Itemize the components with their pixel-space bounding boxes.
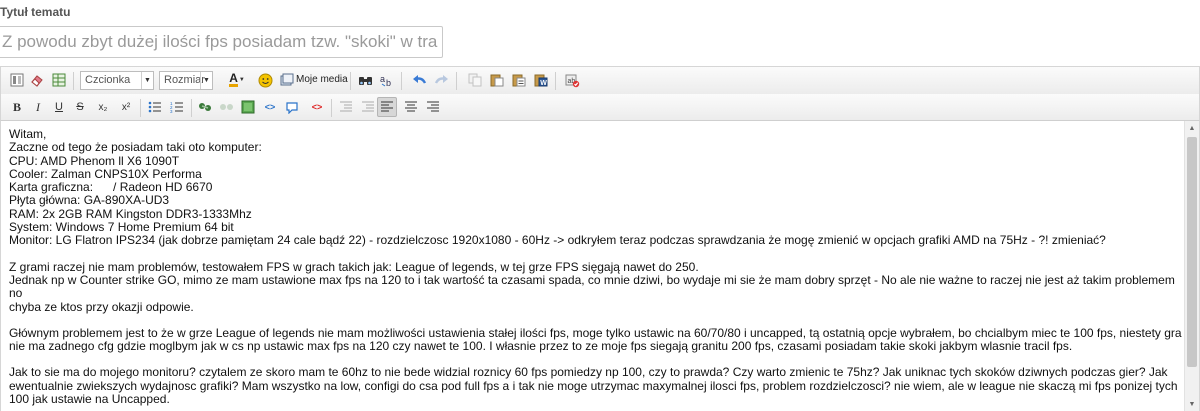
indent-icon[interactable] [360,99,376,115]
bullet-list-icon[interactable] [147,99,163,115]
post-editor-area[interactable]: Witam, Zaczne od tego że posiadam taki ot… [0,121,1200,411]
superscript-icon: x² [121,101,131,113]
youtube-button[interactable]: <> [309,99,325,115]
editor-text-line: 100 jak ustawie na Uncapped. [9,392,170,407]
youtube-icon: <> [311,102,323,112]
media-icon[interactable] [279,72,295,88]
code-icon: <> [264,102,276,112]
bold-button[interactable]: B [9,99,25,115]
align-center-icon[interactable] [403,99,419,115]
undo-icon[interactable] [411,72,427,88]
underline-button[interactable]: U [51,99,67,115]
smiley-icon[interactable] [257,72,273,88]
subscript-button[interactable]: x₂ [95,99,111,115]
subscript-icon: x₂ [98,101,108,113]
editor-text-line: Zaczne od tego że posiadam taki oto komp… [9,140,262,155]
font-size-combo-label: Rozmiar [164,74,205,86]
eraser-icon[interactable] [29,72,45,88]
italic-icon: I [36,99,40,114]
svg-text:3: 3 [170,109,173,113]
strikethrough-icon: S [76,101,84,113]
table-icon[interactable] [51,72,67,88]
underline-icon: U [55,101,63,113]
font-family-combo-label: Czcionka [85,74,131,86]
editor-text-line: Witam, [9,127,47,141]
link-icon[interactable] [197,99,213,115]
font-size-combo[interactable]: Rozmiar ▼ [159,71,213,90]
topic-title-input[interactable] [0,26,443,58]
editor-text-line: Jak to sie ma do mojego monitoru? czytal… [9,365,1168,380]
font-family-combo[interactable]: Czcionka ▼ [80,71,154,90]
quote-icon[interactable] [284,99,300,115]
redo-icon[interactable] [433,72,449,88]
align-left-icon[interactable] [377,97,397,117]
image-icon[interactable] [240,99,256,115]
font-color-icon[interactable]: A ▼ [227,72,247,88]
editor-blank-line [9,314,1189,327]
editor-text-line: RAM: 2x 2GB RAM Kingston DDR3-1333Mhz [9,206,252,221]
editor-text-line: Cooler: Zalman CNPS10X Performa [9,166,202,181]
editor-toolbar-row-2: B I U S x₂ x² 123 <> <> [0,94,1200,121]
strikethrough-button[interactable]: S [72,99,88,115]
editor-toolbar-row-1: Czcionka ▼ Rozmiar ▼ A▼ Moje media ab W [0,66,1200,94]
svg-text:W: W [540,80,547,87]
scrollbar-thumb[interactable] [1187,137,1197,367]
editor-text-line: CPU: AMD Phenom ll X6 1090T [9,153,180,168]
editor-text-line: Karta graficzna: / Radeon HD 6670 [9,180,213,195]
paste-icon[interactable] [489,72,505,88]
editor-scrollbar[interactable]: ▲ ▼ [1184,121,1199,411]
find-icon[interactable] [357,72,373,88]
numbered-list-icon[interactable]: 123 [169,99,185,115]
copy-icon[interactable] [467,72,483,88]
editor-text-line: chyba ze ktos przy okazji odpowie. [9,299,194,314]
chevron-down-icon: ▼ [141,72,153,89]
superscript-button[interactable]: x² [118,99,134,115]
editor-text-line: Głównym problemem jest to że w grze Leag… [9,325,1182,340]
editor-text-line: nie ma zadnego cfg gdzie moglbym jak w c… [9,339,1073,354]
scroll-up-icon[interactable]: ▲ [1187,123,1197,133]
media-button-label[interactable]: Moje media [296,74,348,85]
paste-word-icon[interactable]: W [533,72,549,88]
editor-text-line: Monitor: LG Flatron IPS234 (jak dobrze p… [9,233,1106,248]
editor-text-line: System: Windows 7 Home Premium 64 bit [9,220,234,235]
editor-text-line: Płyta główna: GA-890XA-UD3 [9,193,170,208]
spellcheck-icon[interactable]: ab [564,72,580,88]
align-right-icon[interactable] [425,99,441,115]
scroll-down-icon[interactable]: ▼ [1187,399,1197,409]
svg-text:a: a [380,74,385,84]
editor-text-line: Z grami raczej nie mam problemów, testow… [9,259,699,274]
editor-text-line: ewentualnie zwiekszych wydajnosc grafiki… [9,378,1178,393]
chevron-down-icon: ▼ [200,72,212,89]
editor-blank-line [9,248,1189,261]
outdent-icon[interactable] [338,99,354,115]
svg-text:b: b [386,78,391,87]
code-button[interactable]: <> [262,99,278,115]
editor-text-line: Jednak np w Counter strike GO, mimo ze m… [9,272,1179,301]
replace-icon[interactable]: ab [378,72,394,88]
post-editor-content[interactable]: Witam, Zaczne od tego że posiadam taki ot… [9,127,1189,407]
topic-title-label: Tytuł tematu [0,5,71,19]
italic-button[interactable]: I [30,99,46,115]
paste-text-icon[interactable] [511,72,527,88]
unlink-icon[interactable] [218,99,234,115]
bold-icon: B [12,99,21,114]
source-icon[interactable] [9,72,25,88]
